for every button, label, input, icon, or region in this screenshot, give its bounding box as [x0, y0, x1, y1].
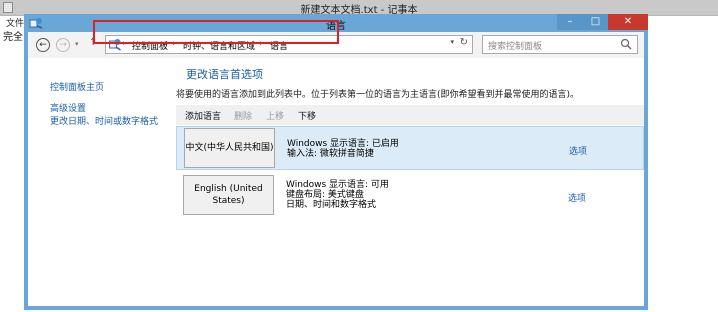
language-detail-line: Windows 显示语言: 可用 — [286, 180, 389, 190]
move-down-button[interactable]: 下移 — [298, 109, 316, 122]
move-up-button[interactable]: 上移 — [266, 109, 284, 122]
page-description: 将要使用的语言添加到此列表中。位于列表第一位的语言为主语言(即你希望看到并最常使… — [176, 90, 580, 100]
sidebar-item-change-date-time-format[interactable]: 更改日期、时间或数字格式 — [50, 114, 158, 127]
close-button[interactable]: ✕ — [608, 14, 648, 30]
search-icon[interactable] — [620, 38, 632, 50]
language-details: Windows 显示语言: 可用 键盘布局: 美式键盘 日期、时间和数字格式 — [286, 180, 389, 210]
language-toolbar: 添加语言 删除 上移 下移 — [176, 105, 644, 125]
minimize-button[interactable]: – — [557, 14, 583, 30]
remove-button[interactable]: 删除 — [234, 109, 252, 122]
sidebar-item-advanced-settings[interactable]: 高级设置 — [50, 101, 86, 114]
language-options-link[interactable]: 选项 — [568, 191, 586, 204]
language-details: Windows 显示语言: 已启用 输入法: 微软拼音简捷 — [287, 139, 399, 159]
breadcrumb-highlight-box — [93, 20, 339, 44]
language-detail-line: 日期、时间和数字格式 — [286, 200, 377, 210]
language-detail-line: Windows 显示语言: 已启用 — [287, 139, 399, 149]
add-language-button[interactable]: 添加语言 — [185, 109, 221, 122]
forward-button[interactable]: → — [56, 38, 70, 52]
page-title: 更改语言首选项 — [186, 68, 263, 81]
search-input[interactable]: 搜索控制面板 — [482, 35, 638, 54]
search-placeholder: 搜索控制面板 — [488, 42, 543, 52]
back-button[interactable]: ← — [36, 38, 50, 52]
refresh-icon[interactable]: ↻ — [460, 37, 468, 48]
sidebar-item-control-panel-home[interactable]: 控制面板主页 — [50, 80, 104, 93]
language-name-button[interactable]: 中文(中华人民共和国) — [184, 128, 275, 168]
content-pane: 控制面板主页 高级设置 更改日期、时间或数字格式 更改语言首选项 将要使用的语言… — [28, 58, 644, 306]
language-row-english[interactable]: English (United States) Windows 显示语言: 可用… — [176, 174, 644, 218]
language-name-button[interactable]: English (United States) — [183, 175, 274, 215]
notepad-text[interactable]: 完全 — [3, 28, 23, 43]
recent-locations-icon[interactable]: ▾ — [75, 40, 79, 48]
language-detail-line: 输入法: 微软拼音简捷 — [287, 149, 374, 159]
control-panel-window: 语言 – □ ✕ ← → ▾ ↑ ▸ 控制面板 ▸ 时钟、语言和区域 ▸ 语言 … — [24, 14, 648, 310]
language-detail-line: 键盘布局: 美式键盘 — [286, 190, 364, 200]
language-options-link[interactable]: 选项 — [569, 144, 587, 157]
language-row-chinese[interactable]: 中文(中华人民共和国) Windows 显示语言: 已启用 输入法: 微软拼音简… — [176, 126, 644, 170]
address-dropdown-icon[interactable]: ▾ — [450, 38, 454, 46]
maximize-button[interactable]: □ — [583, 14, 608, 30]
